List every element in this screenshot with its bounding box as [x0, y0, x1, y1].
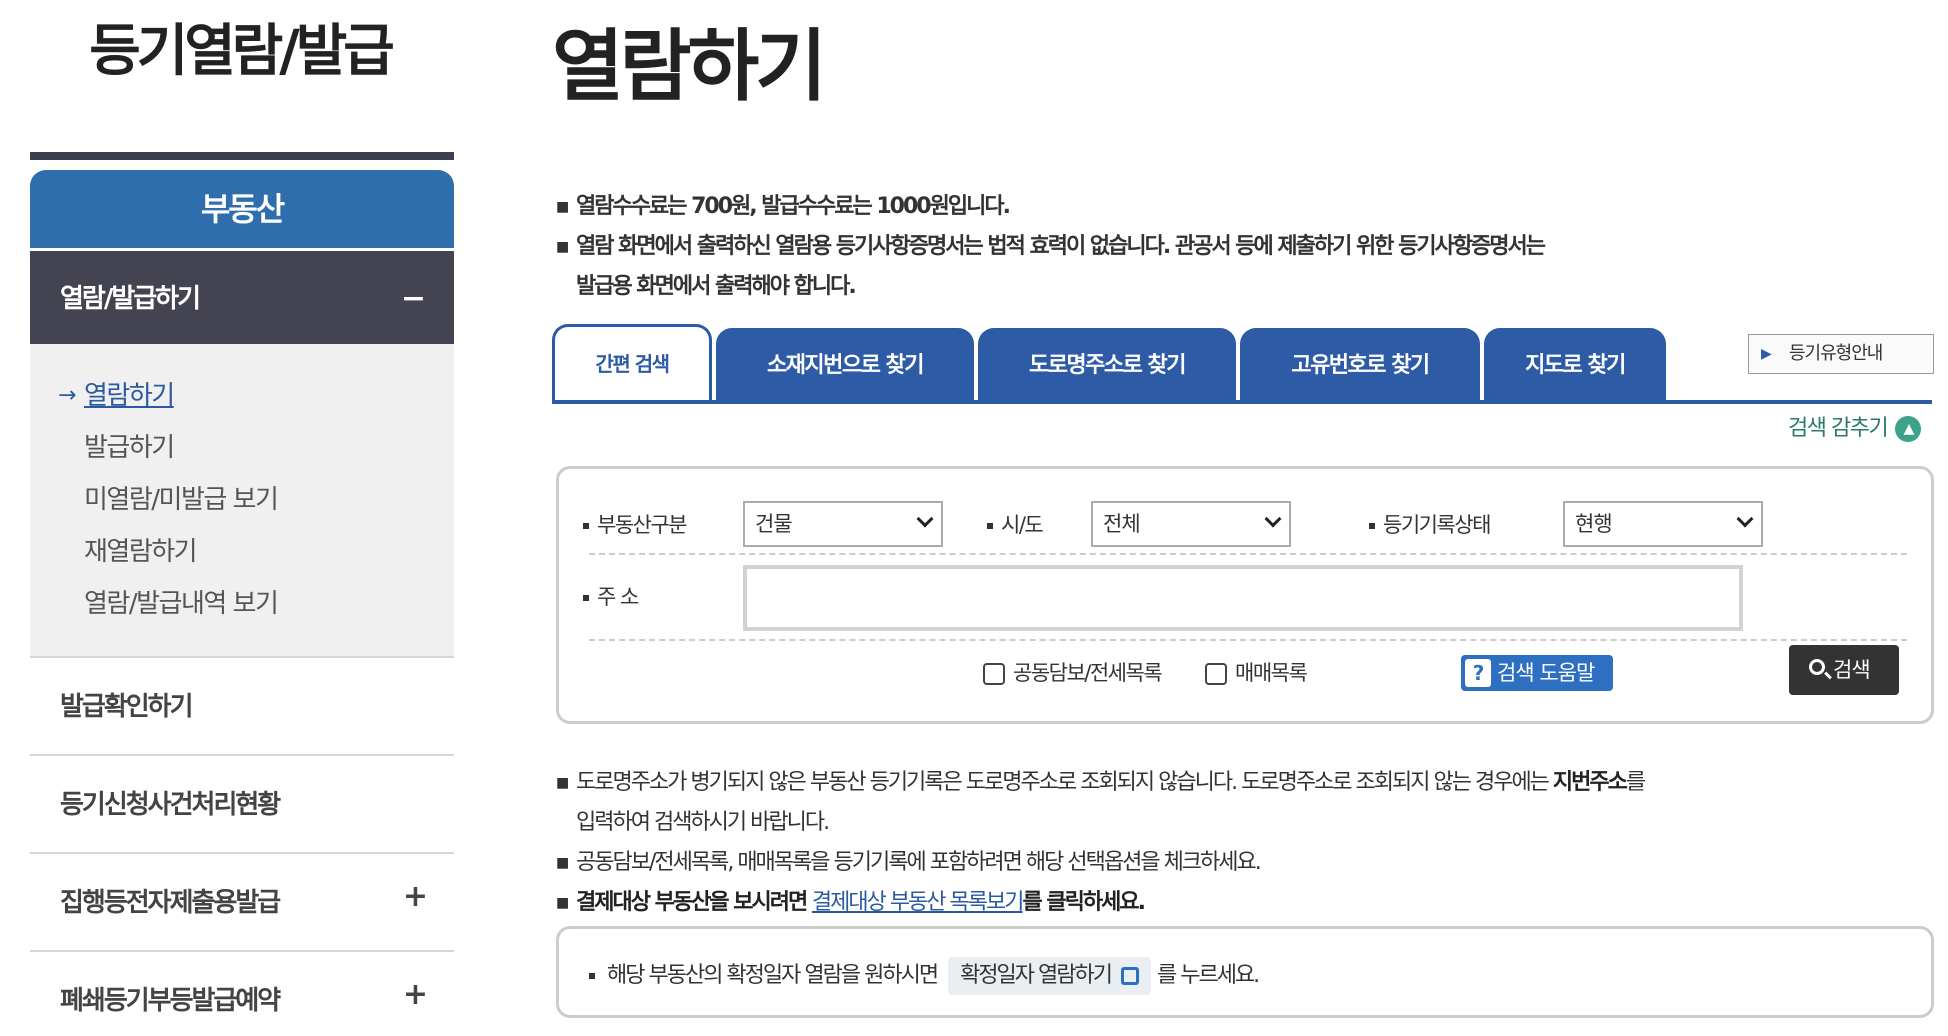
checkbox-icon [1205, 663, 1227, 685]
register-type-guide-button[interactable]: ▶ 등기유형안내 [1748, 334, 1934, 374]
collapse-label: 검색 감추기 [1788, 416, 1889, 441]
sidebar-item-review[interactable]: 재열람하기 [30, 526, 454, 578]
search-icon [1809, 659, 1825, 675]
search-panel: 부동산구분 건물 시/도 전체 등기기록상태 현행 주 소 공동담보/전세목록 … [556, 466, 1934, 724]
register-status-select[interactable]: 현행 [1563, 501, 1763, 547]
notice-text: 발급용 화면에서 출력해야 합니다. [576, 274, 857, 299]
question-icon: ? [1465, 659, 1491, 687]
sidebar-menu-label: 발급확인하기 [60, 692, 194, 722]
sale-list-checkbox[interactable]: 매매목록 [1205, 657, 1308, 687]
bullet-icon: ■ [556, 775, 569, 791]
sidebar-submenu: → 열람하기 발급하기 미열람/미발급 보기 재열람하기 열람/발급내역 보기 [30, 344, 454, 658]
joint-collateral-checkbox[interactable]: 공동담보/전세목록 [983, 657, 1163, 687]
bullet-icon: ■ [556, 855, 569, 871]
property-type-select[interactable]: 건물 [743, 501, 943, 547]
sidebar-item-label: 미열람/미발급 보기 [84, 485, 279, 515]
bullet-icon: ■ [556, 199, 569, 215]
chevron-right-icon: ▶ [1761, 346, 1772, 362]
sido-label: 시/도 [987, 509, 1044, 539]
chevron-down-icon [916, 510, 934, 528]
sidebar-item-label: 열람하기 [84, 381, 175, 411]
tab-unique-number[interactable]: 고유번호로 찾기 [1240, 328, 1480, 404]
note-road-address: ■ 도로명주소가 병기되지 않은 부동산 등기기록은 도로명주소로 조회되지 않습… [556, 770, 1646, 795]
sidebar-title: 등기열람/발급 [89, 19, 395, 84]
sidebar-item-unviewed[interactable]: 미열람/미발급 보기 [30, 474, 454, 526]
collapse-minus-icon[interactable]: − [401, 251, 426, 347]
sidebar-item-label: 열람/발급내역 보기 [84, 589, 279, 619]
sidebar-item-history[interactable]: 열람/발급내역 보기 [30, 578, 454, 630]
sidebar-menu-label: 폐쇄등기부등발급예약 [60, 986, 281, 1016]
note-payment: ■ 결제대상 부동산을 보시려면 결제대상 부동산 목록보기를 클릭하세요. [556, 890, 1146, 915]
divider [589, 639, 1907, 641]
sidebar-menu-case-status[interactable]: 등기신청사건처리현황 [30, 756, 454, 854]
chevron-down-icon [1736, 510, 1754, 528]
tab-simple-search[interactable]: 간편 검색 [552, 324, 712, 404]
expand-plus-icon[interactable]: + [403, 946, 428, 1036]
notice-legal-cont: 발급용 화면에서 출력해야 합니다. [576, 268, 857, 300]
tab-lot-number[interactable]: 소재지번으로 찾기 [716, 328, 974, 404]
sidebar: 부동산 열람/발급하기 − → 열람하기 발급하기 미열람/미발급 보기 재열람… [30, 170, 454, 1036]
checkbox-icon [983, 663, 1005, 685]
sido-select[interactable]: 전체 [1091, 501, 1291, 547]
tabs-baseline [552, 400, 1932, 404]
property-type-label: 부동산구분 [583, 509, 688, 539]
external-link-icon [1120, 967, 1139, 985]
chevron-up-icon: ▲ [1895, 416, 1922, 442]
sidebar-group-label: 열람/발급하기 [60, 284, 201, 314]
sidebar-group-view-issue[interactable]: 열람/발급하기 − [30, 248, 454, 344]
confirm-date-text: 해당 부동산의 확정일자 열람을 원하시면 확정일자 열람하기 를 누르세요. [589, 957, 1260, 995]
note-road-address-cont: 입력하여 검색하시기 바랍니다. [576, 810, 830, 835]
sidebar-category-real-estate[interactable]: 부동산 [30, 170, 454, 248]
notice-fee: ■ 열람수수료는 700원, 발급수수료는 1000원입니다. [556, 188, 1011, 220]
note-options: ■ 공동담보/전세목록, 매매목록을 등기기록에 포함하려면 해당 선택옵션을 체… [556, 850, 1262, 875]
sidebar-top-divider [30, 152, 454, 160]
page-title: 열람하기 [552, 22, 827, 112]
bullet-icon: ■ [556, 239, 569, 255]
search-button[interactable]: 검색 [1789, 645, 1899, 695]
search-tabs: 간편 검색 소재지번으로 찾기 도로명주소로 찾기 고유번호로 찾기 지도로 찾… [552, 324, 1948, 404]
sidebar-item-label: 재열람하기 [84, 537, 198, 567]
notice-text: 열람 화면에서 출력하신 열람용 등기사항증명서는 법적 효력이 없습니다. 관… [576, 234, 1546, 259]
guide-label: 등기유형안내 [1789, 343, 1883, 364]
sidebar-menu-electronic-submit[interactable]: 집행등전자제출용발급 + [30, 854, 454, 952]
divider [589, 553, 1907, 555]
tab-map[interactable]: 지도로 찾기 [1484, 328, 1666, 404]
tab-road-address[interactable]: 도로명주소로 찾기 [978, 328, 1236, 404]
sidebar-menu-label: 집행등전자제출용발급 [60, 888, 281, 918]
payment-list-link[interactable]: 결제대상 부동산 목록보기 [812, 890, 1025, 915]
search-help-button[interactable]: ? 검색 도움말 [1461, 655, 1613, 691]
address-input[interactable] [743, 565, 1743, 631]
arrow-right-icon: → [58, 383, 76, 408]
sidebar-item-view[interactable]: → 열람하기 [30, 370, 454, 422]
hide-search-toggle[interactable]: 검색 감추기 ▲ [1788, 410, 1922, 442]
sidebar-item-issue[interactable]: 발급하기 [30, 422, 454, 474]
confirm-date-panel: 해당 부동산의 확정일자 열람을 원하시면 확정일자 열람하기 를 누르세요. [556, 926, 1934, 1018]
sidebar-menu-label: 등기신청사건처리현황 [60, 790, 281, 820]
notice-text: 열람수수료는 700원, 발급수수료는 1000원입니다. [576, 194, 1011, 219]
sidebar-menu-closed-register[interactable]: 폐쇄등기부등발급예약 + [30, 952, 454, 1036]
notice-legal: ■ 열람 화면에서 출력하신 열람용 등기사항증명서는 법적 효력이 없습니다. … [556, 228, 1546, 260]
sidebar-item-label: 발급하기 [84, 433, 175, 463]
register-status-label: 등기기록상태 [1369, 509, 1491, 539]
bullet-icon: ■ [556, 895, 569, 911]
expand-plus-icon[interactable]: + [403, 848, 428, 946]
confirm-date-view-button[interactable]: 확정일자 열람하기 [948, 957, 1151, 995]
address-label: 주 소 [583, 581, 639, 611]
sidebar-menu-issue-confirm[interactable]: 발급확인하기 [30, 658, 454, 756]
chevron-down-icon [1264, 510, 1282, 528]
